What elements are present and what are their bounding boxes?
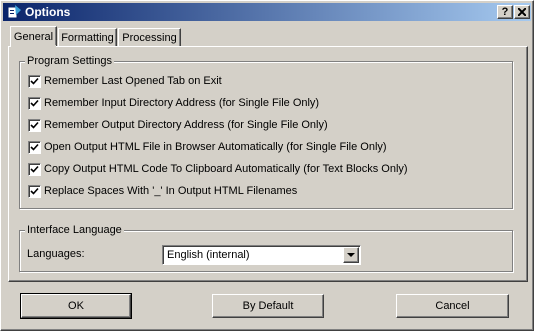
checkbox-label: Replace Spaces With '_' In Output HTML F… <box>44 185 298 197</box>
language-select-value: English (internal) <box>167 249 250 261</box>
tab-general-label: General <box>13 31 54 43</box>
checkbox[interactable] <box>28 119 41 132</box>
options-dialog: Options ? General Formatting Processing … <box>0 0 534 331</box>
interface-language-legend: Interface Language <box>25 224 124 236</box>
title-bar[interactable]: Options ? <box>3 3 531 21</box>
language-select[interactable]: English (internal) <box>162 245 361 265</box>
checkbox-label: Open Output HTML File in Browser Automat… <box>44 141 387 153</box>
tab-processing[interactable]: Processing <box>118 28 181 46</box>
checkbox-label: Remember Last Opened Tab on Exit <box>44 75 222 87</box>
help-button[interactable]: ? <box>497 5 513 19</box>
check-icon <box>30 99 39 107</box>
check-icon <box>30 165 39 173</box>
dropdown-button[interactable] <box>343 247 359 263</box>
chevron-down-icon <box>347 253 355 257</box>
check-icon <box>30 143 39 151</box>
check-icon <box>30 77 39 85</box>
checkbox[interactable] <box>28 75 41 88</box>
check-icon <box>30 187 39 195</box>
ok-button[interactable]: OK <box>20 293 132 319</box>
by-default-button[interactable]: By Default <box>212 294 324 318</box>
checkbox[interactable] <box>28 97 41 110</box>
app-icon <box>6 4 22 20</box>
close-icon <box>518 8 526 16</box>
tab-join <box>11 45 56 47</box>
checkbox-label: Remember Input Directory Address (for Si… <box>44 97 320 109</box>
tab-formatting[interactable]: Formatting <box>58 28 117 46</box>
checkbox[interactable] <box>28 141 41 154</box>
checkbox-label: Copy Output HTML Code To Clipboard Autom… <box>44 163 408 175</box>
close-button[interactable] <box>514 5 530 19</box>
checkbox-label: Remember Output Directory Address (for S… <box>44 119 328 131</box>
checkbox[interactable] <box>28 185 41 198</box>
tab-general[interactable]: General <box>10 26 57 47</box>
languages-label: Languages: <box>27 248 85 260</box>
cancel-button[interactable]: Cancel <box>396 294 509 318</box>
tab-processing-label: Processing <box>122 32 177 44</box>
checkbox[interactable] <box>28 163 41 176</box>
window-title: Options <box>25 5 71 19</box>
program-settings-legend: Program Settings <box>25 55 114 67</box>
check-icon <box>30 121 39 129</box>
tab-formatting-label: Formatting <box>61 32 114 44</box>
